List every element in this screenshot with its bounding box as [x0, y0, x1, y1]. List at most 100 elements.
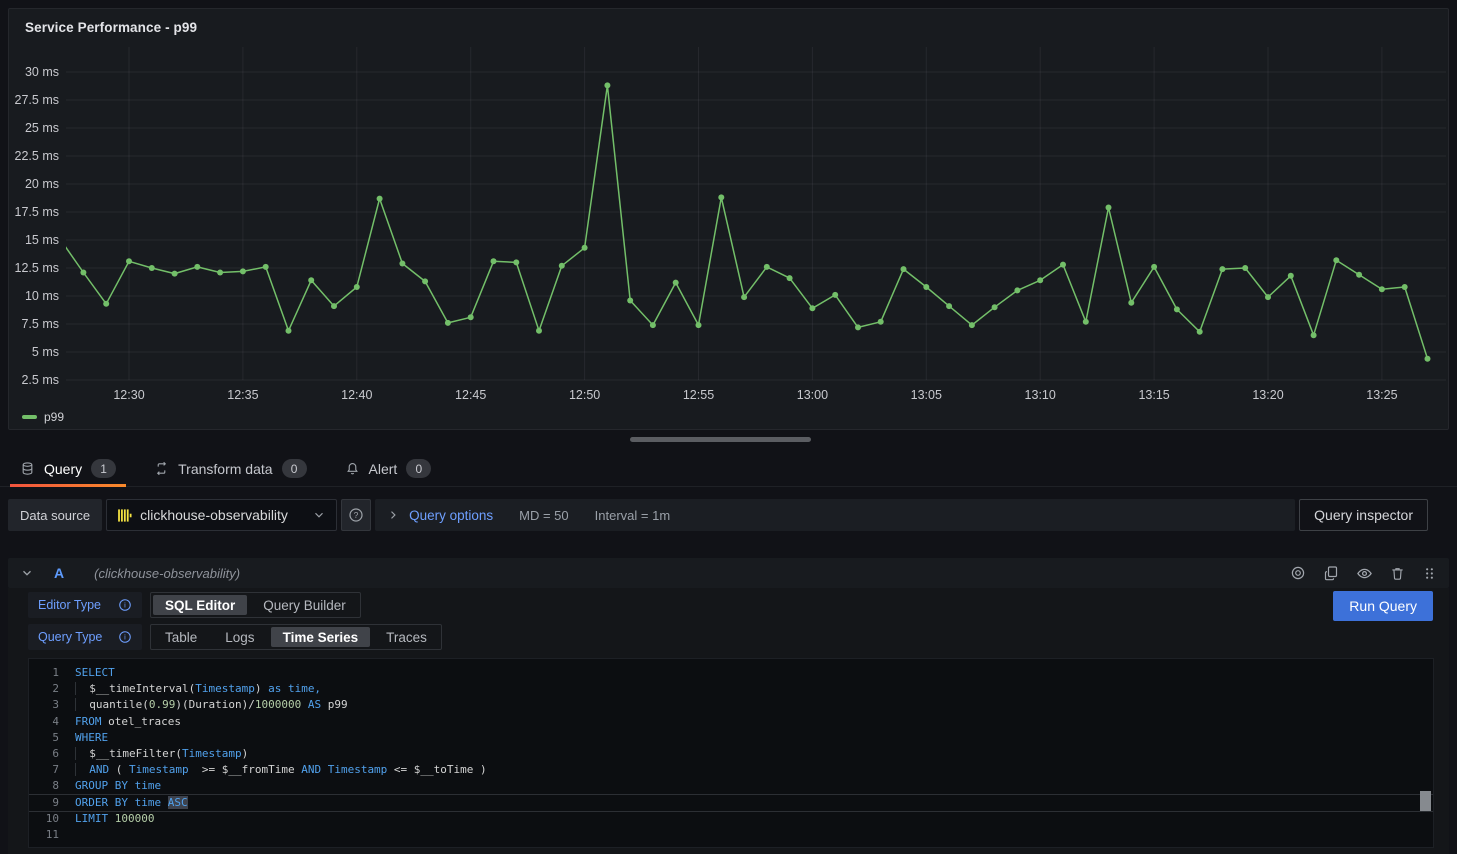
code-line-10: 10LIMIT 100000 [29, 811, 1433, 827]
svg-text:2.5 ms: 2.5 ms [21, 373, 59, 387]
panel-title: Service Performance - p99 [25, 20, 197, 35]
svg-text:13:15: 13:15 [1138, 388, 1169, 402]
svg-text:27.5 ms: 27.5 ms [15, 93, 59, 107]
code-line-4: 4FROM otel_traces [29, 714, 1433, 730]
timeseries-panel: Service Performance - p99 30 ms 27.5 ms 25… [8, 8, 1449, 430]
chevron-down-icon [312, 508, 326, 522]
toggle-visibility-icon[interactable] [1356, 565, 1373, 582]
datasource-name: clickhouse-observability [140, 507, 304, 523]
code-line-9: 9ORDER BY time ASC [29, 795, 1433, 811]
code-line-6: 6 $__timeFilter(Timestamp) [29, 746, 1433, 762]
svg-text:13:20: 13:20 [1252, 388, 1283, 402]
grafana-edit-panel-page: Service Performance - p99 30 ms 27.5 ms 25… [0, 0, 1457, 854]
option-table[interactable]: Table [153, 627, 209, 647]
option-query-builder[interactable]: Query Builder [251, 595, 358, 615]
option-time-series[interactable]: Time Series [271, 627, 371, 647]
tab-label: Alert [369, 461, 398, 477]
datasource-help-button[interactable]: ? [341, 499, 371, 531]
timeseries-chart[interactable]: 30 ms 27.5 ms 25 ms 22.5 ms 20 ms 17.5 ms 15 m… [9, 39, 1448, 411]
svg-text:12.5 ms: 12.5 ms [15, 261, 59, 275]
svg-text:i: i [124, 633, 126, 642]
run-query-button[interactable]: Run Query [1333, 591, 1433, 621]
svg-text:7.5 ms: 7.5 ms [21, 317, 59, 331]
clickhouse-logo-icon [117, 508, 132, 523]
query-row-actions [1290, 565, 1437, 582]
option-logs[interactable]: Logs [213, 627, 266, 647]
tab-alert[interactable]: Alert 0 [335, 451, 442, 486]
editor-type-label: Editor Type i [28, 592, 142, 618]
tab-count-badge: 0 [282, 459, 307, 478]
svg-text:12:30: 12:30 [113, 388, 144, 402]
sql-code-editor[interactable]: 1SELECT2 $__timeInterval(Timestamp) as t… [28, 658, 1434, 848]
tab-count-badge: 1 [91, 459, 116, 478]
svg-text:22.5 ms: 22.5 ms [15, 149, 59, 163]
datasource-row: Data source clickhouse-observability ? Q… [8, 499, 1428, 531]
option-traces[interactable]: Traces [374, 627, 439, 647]
svg-text:12:35: 12:35 [227, 388, 258, 402]
info-icon: i [118, 598, 132, 612]
legend-item-p99[interactable]: p99 [22, 410, 64, 424]
code-line-5: 5WHERE [29, 730, 1433, 746]
svg-text:12:45: 12:45 [455, 388, 486, 402]
horizontal-scrollbar [0, 436, 1457, 442]
svg-text:12:40: 12:40 [341, 388, 372, 402]
legend-label: p99 [44, 410, 64, 424]
query-options-strip: Query options MD = 50 Interval = 1m [375, 499, 1295, 531]
active-tab-underline [10, 484, 126, 487]
svg-text:10 ms: 10 ms [25, 289, 59, 303]
svg-text:5 ms: 5 ms [32, 345, 59, 359]
code-line-3: 3 quantile(0.99)(Duration)/1000000 AS p9… [29, 697, 1433, 713]
record-query-icon[interactable] [1290, 565, 1306, 581]
scrollbar-thumb[interactable] [630, 437, 811, 442]
query-datasource-hint: (clickhouse-observability) [94, 566, 240, 581]
query-inspector-button[interactable]: Query inspector [1299, 499, 1428, 531]
tab-label: Query [44, 461, 82, 477]
code-line-11: 11 [29, 827, 1433, 843]
svg-text:12:55: 12:55 [683, 388, 714, 402]
svg-text:20 ms: 20 ms [25, 177, 59, 191]
svg-text:i: i [124, 601, 126, 610]
chevron-right-icon[interactable] [387, 509, 399, 521]
edit-pane-tabs: Query 1 Transform data 0 Alert 0 [0, 451, 1457, 487]
collapse-chevron-icon[interactable] [20, 566, 34, 580]
editor-type-row: Editor Type i SQL EditorQuery Builder [28, 592, 361, 618]
editor-type-options: SQL EditorQuery Builder [150, 592, 361, 618]
svg-text:?: ? [354, 510, 359, 520]
query-options-toggle[interactable]: Query options [409, 508, 493, 523]
sql-code-lines: 1SELECT2 $__timeInterval(Timestamp) as t… [29, 665, 1433, 843]
editor-cursor-indicator [1420, 791, 1431, 811]
svg-text:13:00: 13:00 [797, 388, 828, 402]
legend-swatch [22, 415, 37, 419]
delete-query-icon[interactable] [1390, 566, 1405, 581]
code-line-7: 7 AND ( Timestamp >= $__fromTime AND Tim… [29, 762, 1433, 778]
drag-handle-icon[interactable] [1422, 566, 1437, 581]
query-type-label: Query Type i [28, 624, 142, 650]
code-line-8: 8GROUP BY time [29, 778, 1433, 794]
tab-label: Transform data [178, 461, 272, 477]
datasource-picker[interactable]: clickhouse-observability [106, 499, 337, 531]
tab-query[interactable]: Query 1 [10, 451, 126, 486]
svg-text:17.5 ms: 17.5 ms [15, 205, 59, 219]
svg-text:30 ms: 30 ms [25, 65, 59, 79]
code-line-2: 2 $__timeInterval(Timestamp) as time, [29, 681, 1433, 697]
svg-text:13:25: 13:25 [1366, 388, 1397, 402]
query-options-interval: Interval = 1m [595, 508, 671, 523]
svg-text:13:10: 13:10 [1025, 388, 1056, 402]
help-icon: ? [348, 507, 364, 523]
svg-text:13:05: 13:05 [911, 388, 942, 402]
datasource-label: Data source [8, 499, 102, 531]
code-line-1: 1SELECT [29, 665, 1433, 681]
svg-text:15 ms: 15 ms [25, 233, 59, 247]
query-type-options: TableLogsTime SeriesTraces [150, 624, 442, 650]
query-options-md: MD = 50 [519, 508, 569, 523]
query-ref-id[interactable]: A [54, 565, 64, 581]
database-icon [20, 461, 35, 476]
bell-icon [345, 461, 360, 476]
option-sql-editor[interactable]: SQL Editor [153, 595, 247, 615]
query-row-header: A (clickhouse-observability) [8, 558, 1449, 588]
duplicate-query-icon[interactable] [1323, 565, 1339, 581]
tab-transform-data[interactable]: Transform data 0 [144, 451, 316, 486]
tab-count-badge: 0 [406, 459, 431, 478]
query-editor-body: Editor Type i SQL EditorQuery Builder Qu… [8, 588, 1449, 854]
svg-text:25 ms: 25 ms [25, 121, 59, 135]
